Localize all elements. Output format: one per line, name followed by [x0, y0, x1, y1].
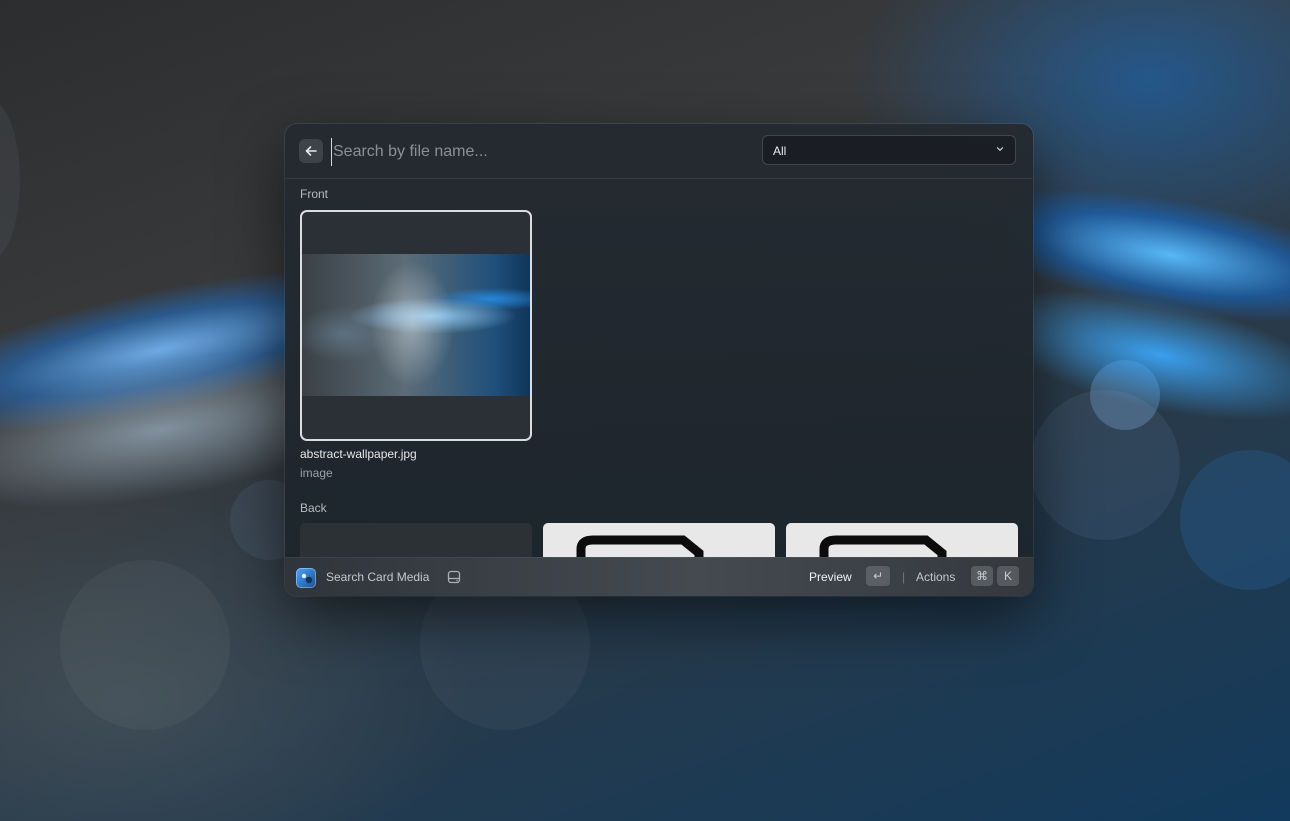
search-input[interactable]: [331, 138, 735, 166]
preview-action-label[interactable]: Preview: [809, 570, 852, 584]
enter-key-hint: ↵: [866, 566, 890, 586]
k-key-hint: K: [997, 566, 1019, 586]
separator: |: [902, 570, 906, 584]
document-icon: [576, 535, 704, 557]
media-card-back-2[interactable]: [543, 523, 775, 557]
filter-selected-value: All: [773, 144, 787, 158]
section-label-front: Front: [300, 187, 329, 201]
media-card-back-3[interactable]: [786, 523, 1018, 557]
media-card-back-1[interactable]: [300, 523, 532, 557]
chevron-down-icon: [996, 147, 1004, 151]
media-search-window: All Front abstract-wallpaper.jpg image B…: [285, 124, 1033, 596]
search-bar: All: [285, 124, 1033, 179]
section-label-back: Back: [300, 501, 327, 515]
command-title: Search Card Media: [326, 570, 430, 584]
filter-dropdown[interactable]: All: [762, 135, 1016, 165]
document-icon: [819, 535, 947, 557]
command-key-hint: ⌘: [971, 566, 993, 586]
extension-icon: [296, 568, 316, 588]
file-name: abstract-wallpaper.jpg: [300, 447, 417, 461]
arrow-left-icon: [305, 146, 317, 156]
image-thumbnail: [302, 254, 530, 396]
file-type: image: [300, 466, 333, 480]
action-bar: Search Card Media Preview ↵ | Actions ⌘ …: [285, 557, 1033, 596]
media-card-abstract-wallpaper[interactable]: [300, 210, 532, 441]
actions-label[interactable]: Actions: [916, 570, 955, 584]
back-button[interactable]: [299, 139, 323, 163]
hard-drive-icon: [447, 570, 461, 584]
